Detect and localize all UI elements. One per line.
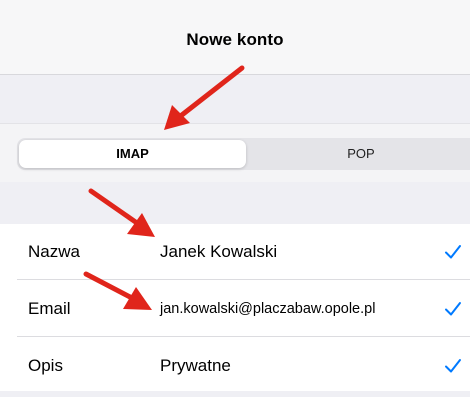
section-spacer (0, 75, 470, 123)
section-spacer (0, 182, 470, 224)
form-row-email[interactable]: Email jan.kowalski@placzabaw.opole.pl (0, 281, 470, 337)
checkmark-icon (445, 359, 461, 373)
row-separator (17, 279, 470, 280)
checkmark-icon (445, 302, 461, 316)
navigation-bar: Nowe konto (0, 0, 470, 75)
segment-imap[interactable]: IMAP (19, 140, 246, 168)
row-separator (17, 336, 470, 337)
account-form: Nazwa Janek Kowalski Email jan.kowalski@… (0, 224, 470, 397)
description-field[interactable]: Prywatne (160, 338, 231, 394)
checkmark-icon (445, 245, 461, 259)
email-label: Email (28, 299, 71, 318)
page-title: Nowe konto (186, 30, 284, 49)
email-field[interactable]: jan.kowalski@placzabaw.opole.pl (160, 281, 375, 337)
form-row-description[interactable]: Opis Prywatne (0, 338, 470, 394)
description-label: Opis (28, 356, 63, 375)
name-label: Nazwa (28, 242, 80, 261)
form-row-name[interactable]: Nazwa Janek Kowalski (0, 224, 470, 280)
section-spacer (0, 391, 470, 397)
segment-pop[interactable]: POP (251, 140, 470, 168)
account-type-section: IMAP POP (0, 123, 470, 183)
account-type-segmented-control: IMAP POP (17, 138, 470, 170)
name-field[interactable]: Janek Kowalski (160, 224, 277, 280)
